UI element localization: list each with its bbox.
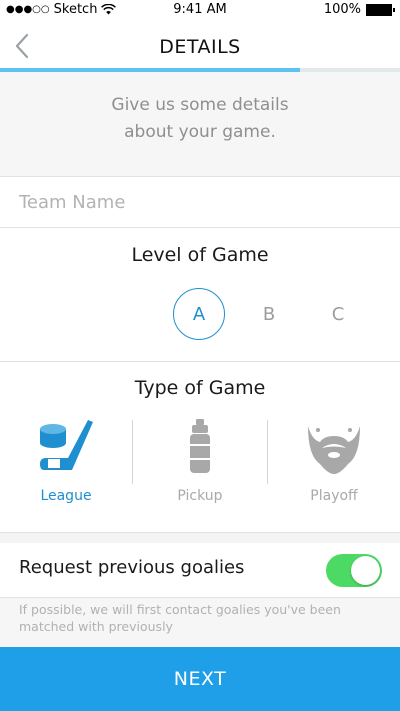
battery-icon [366, 3, 395, 16]
team-name-input[interactable] [0, 177, 400, 228]
game-type-separator [132, 420, 133, 484]
game-type-label-playoff: Playoff [310, 488, 358, 504]
request-goalies-note: If possible, we will first contact goali… [19, 602, 341, 634]
water-bottle-icon [190, 419, 210, 473]
game-type-label-league: League [40, 488, 92, 504]
next-button[interactable]: NEXT [0, 647, 400, 711]
type-of-game-title: Type of Game [134, 377, 266, 399]
game-type-playoff[interactable]: Playoff [268, 418, 400, 510]
game-type-league[interactable]: League [0, 418, 132, 510]
request-goalies-toggle[interactable] [326, 554, 382, 587]
section-divider [0, 361, 400, 362]
toggle-knob [351, 556, 380, 585]
level-option-c[interactable]: C [312, 288, 364, 340]
game-type-label-pickup: Pickup [177, 488, 223, 504]
level-of-game-title: Level of Game [131, 244, 269, 266]
intro-text: Give us some details about your game. [60, 92, 340, 146]
level-option-b[interactable]: B [243, 288, 295, 340]
intro-line-2: about your game. [124, 122, 276, 142]
request-goalies-label: Request previous goalies [19, 557, 245, 578]
beard-icon [308, 426, 360, 474]
section-gap [0, 532, 400, 543]
level-option-a[interactable]: A [173, 288, 225, 340]
battery-percent: 100% [323, 2, 361, 17]
game-type-pickup[interactable]: Pickup [134, 418, 266, 510]
status-bar-right: 100% [323, 2, 395, 17]
intro-line-1: Give us some details [111, 95, 289, 115]
hockey-stick-puck-icon [40, 420, 93, 470]
page-title: DETAILS [159, 36, 241, 58]
